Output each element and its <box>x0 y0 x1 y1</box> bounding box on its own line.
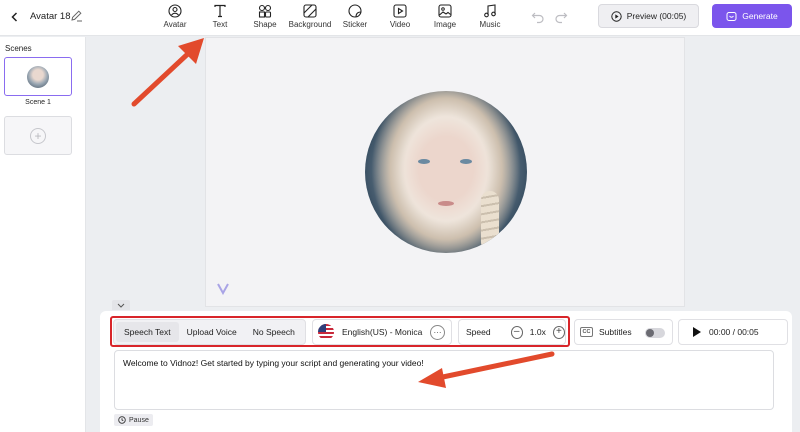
speech-panel: Speech Text Upload Voice No Speech Engli… <box>100 311 792 432</box>
scene-avatar-thumbnail <box>27 65 49 88</box>
music-icon <box>484 4 496 18</box>
generate-label: Generate <box>742 11 778 21</box>
tool-image[interactable]: Image <box>420 3 470 33</box>
subtitles-control: CC Subtitles <box>574 319 673 345</box>
plus-circle-icon[interactable]: + <box>552 325 565 339</box>
tool-sticker[interactable]: Sticker <box>330 3 380 33</box>
undo-icon[interactable] <box>531 10 545 24</box>
background-icon <box>303 4 317 18</box>
play-icon[interactable] <box>693 327 701 337</box>
subtitles-toggle[interactable] <box>645 328 665 338</box>
generate-icon <box>726 11 737 21</box>
minus-circle-icon[interactable]: – <box>510 325 523 339</box>
tool-label: Image <box>433 20 457 29</box>
avatar-lips <box>438 201 454 206</box>
scenes-heading: Scenes <box>5 44 32 53</box>
redo-icon[interactable] <box>554 10 568 24</box>
more-options-icon[interactable]: ··· <box>430 325 445 340</box>
tool-label: Background <box>288 20 332 29</box>
tool-label: Avatar <box>163 20 187 29</box>
tool-shape[interactable]: Shape <box>240 3 290 33</box>
tool-label: Video <box>389 20 411 29</box>
tool-avatar[interactable]: Avatar <box>150 3 200 33</box>
tool-text[interactable]: Text <box>195 3 245 33</box>
avatar-eye <box>460 159 472 164</box>
plus-icon: + <box>30 127 46 144</box>
closed-captions-icon: CC <box>580 327 593 337</box>
video-icon <box>393 4 407 18</box>
playback-time: 00:00 / 00:05 <box>709 327 759 337</box>
script-textarea[interactable]: Welcome to Vidnoz! Get started by typing… <box>114 350 774 410</box>
avatar-eye <box>418 159 430 164</box>
speed-label: Speed <box>466 327 491 337</box>
top-toolbar: Avatar 18 Avatar Text Shape Background S… <box>0 0 800 36</box>
pause-label: Pause <box>129 416 149 424</box>
text-icon <box>214 4 226 18</box>
avatar-image[interactable] <box>365 91 527 253</box>
avatar-icon <box>168 4 182 18</box>
back-icon[interactable] <box>6 8 24 26</box>
voice-selector[interactable]: English(US) - Monica ··· <box>312 319 452 345</box>
tool-video[interactable]: Video <box>375 3 425 33</box>
add-scene-button[interactable]: + <box>4 116 72 155</box>
clock-icon <box>118 416 126 424</box>
tool-label: Text <box>212 20 228 29</box>
subtitles-label: Subtitles <box>599 327 632 337</box>
speed-control: Speed – 1.0x + <box>458 319 566 345</box>
scene-thumbnail[interactable] <box>4 57 72 96</box>
project-title: Avatar 18 <box>30 11 71 22</box>
sticker-icon <box>348 4 362 18</box>
speech-mode-tabs: Speech Text Upload Voice No Speech <box>113 319 306 345</box>
scenes-sidebar: Scenes Scene 1 + <box>0 37 86 432</box>
generate-button[interactable]: Generate <box>712 4 792 28</box>
tab-no-speech[interactable]: No Speech <box>245 322 303 342</box>
edit-title-icon[interactable] <box>70 9 83 22</box>
tool-music[interactable]: Music <box>465 3 515 33</box>
tab-speech-text[interactable]: Speech Text <box>116 322 179 342</box>
play-circle-icon <box>611 10 622 22</box>
tool-label: Shape <box>253 20 277 29</box>
voice-name: English(US) - Monica <box>342 327 423 337</box>
avatar-braid <box>481 191 499 251</box>
pause-button[interactable]: Pause <box>114 414 153 426</box>
preview-label: Preview (00:05) <box>626 11 687 21</box>
image-icon <box>438 4 452 18</box>
chevron-down-icon <box>117 303 125 308</box>
tab-upload-voice[interactable]: Upload Voice <box>179 322 245 342</box>
preview-button[interactable]: Preview (00:05) <box>598 4 699 28</box>
shape-icon <box>258 4 272 18</box>
collapse-panel-button[interactable] <box>112 300 130 310</box>
speed-value: 1.0x <box>529 327 546 337</box>
tool-label: Music <box>479 20 501 29</box>
scene-label: Scene 1 <box>25 99 51 106</box>
tool-label: Sticker <box>342 20 368 29</box>
us-flag-icon <box>318 324 334 340</box>
vidnoz-logo-icon <box>216 281 230 296</box>
tool-background[interactable]: Background <box>285 3 335 33</box>
audio-player: 00:00 / 00:05 <box>678 319 788 345</box>
video-canvas[interactable] <box>205 37 685 307</box>
